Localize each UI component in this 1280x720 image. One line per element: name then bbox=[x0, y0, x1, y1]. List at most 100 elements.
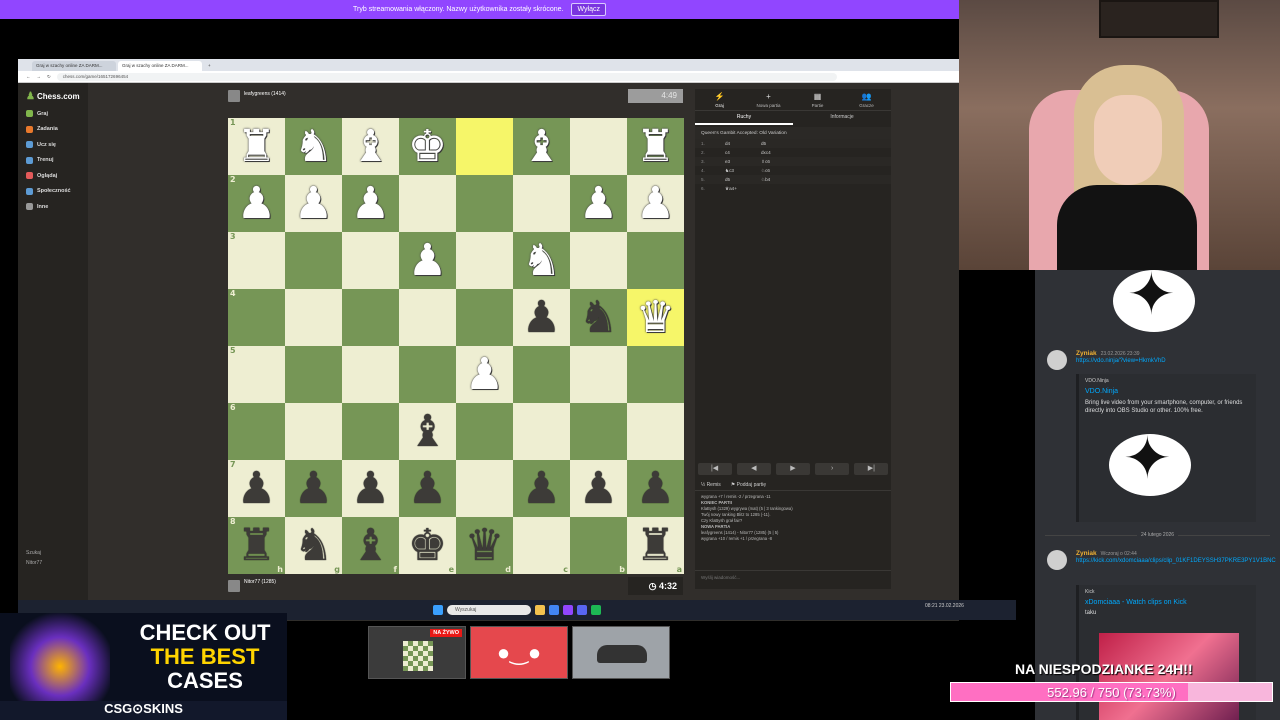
square[interactable]: 1 ♜ bbox=[228, 118, 285, 175]
square[interactable] bbox=[285, 346, 342, 403]
car-thumbnail[interactable] bbox=[572, 626, 670, 679]
bottom-player-name[interactable]: Nitor77 (1285) bbox=[244, 579, 276, 585]
chess-logo[interactable]: ♟ Chess.com bbox=[18, 83, 88, 106]
square[interactable] bbox=[456, 118, 513, 175]
move-san[interactable]: c4 bbox=[725, 150, 761, 155]
white-queen-icon[interactable]: ♛ bbox=[636, 295, 675, 340]
tab-info[interactable]: Informacje bbox=[793, 111, 891, 125]
white-knight-icon[interactable]: ♞ bbox=[522, 238, 561, 283]
chess-scene-thumbnail[interactable]: NA ŻYWO bbox=[368, 626, 466, 679]
sidebar-item-1[interactable]: Zadania bbox=[18, 122, 88, 138]
panel-tab-3[interactable]: 👥 Gracze bbox=[843, 89, 891, 110]
square[interactable] bbox=[456, 232, 513, 289]
sidebar-item-5[interactable]: Społeczność bbox=[18, 184, 88, 200]
square[interactable]: ♟ bbox=[570, 175, 627, 232]
avatar[interactable] bbox=[1047, 350, 1067, 370]
back-icon[interactable]: ← bbox=[26, 74, 31, 79]
message-link[interactable]: https://vdo.ninja/?view=HkmkVhD bbox=[1076, 358, 1166, 364]
white-knight-icon[interactable]: ♞ bbox=[294, 124, 333, 169]
square[interactable]: ♞ bbox=[570, 289, 627, 346]
bottom-player-avatar[interactable] bbox=[228, 580, 240, 592]
chat-input[interactable]: Wyślij wiadomość... bbox=[695, 570, 891, 584]
white-bishop-icon[interactable]: ♝ bbox=[351, 124, 390, 169]
square[interactable] bbox=[456, 289, 513, 346]
square[interactable]: g ♞ bbox=[285, 517, 342, 574]
url-input[interactable]: chess.com/game/165172696454 bbox=[56, 72, 837, 81]
square[interactable] bbox=[570, 346, 627, 403]
square[interactable] bbox=[627, 403, 684, 460]
white-king-icon[interactable]: ♚ bbox=[408, 124, 447, 169]
black-bishop-icon[interactable]: ♝ bbox=[351, 523, 390, 568]
panel-tab-2[interactable]: ▦ Partie bbox=[794, 89, 842, 110]
white-pawn-icon[interactable]: ♟ bbox=[579, 181, 618, 226]
square[interactable]: ♟ bbox=[399, 232, 456, 289]
square[interactable]: 5 bbox=[228, 346, 285, 403]
disable-streaming-button[interactable]: Wyłącz bbox=[571, 3, 606, 16]
move-san[interactable]: ♘b4 bbox=[761, 177, 801, 183]
square[interactable]: 8 h ♜ bbox=[228, 517, 285, 574]
square[interactable]: ♝ bbox=[342, 118, 399, 175]
black-knight-icon[interactable]: ♞ bbox=[579, 295, 618, 340]
square[interactable]: ♟ bbox=[342, 460, 399, 517]
square[interactable]: ♟ bbox=[285, 175, 342, 232]
square[interactable] bbox=[456, 460, 513, 517]
black-pawn-icon[interactable]: ♟ bbox=[522, 295, 561, 340]
black-king-icon[interactable]: ♚ bbox=[408, 523, 447, 568]
white-pawn-icon[interactable]: ♟ bbox=[636, 181, 675, 226]
message-author[interactable]: Zyniak bbox=[1076, 550, 1097, 557]
browser-tab-active[interactable]: Graj w szachy online ZA DARM... bbox=[118, 61, 202, 71]
discord-thumbnail[interactable]: ●‿● bbox=[470, 626, 568, 679]
square[interactable]: ♟ bbox=[513, 460, 570, 517]
black-pawn-icon[interactable]: ♟ bbox=[522, 466, 561, 511]
move-san[interactable]: d4 bbox=[725, 141, 761, 146]
square[interactable]: ♜ bbox=[627, 118, 684, 175]
last-move-button[interactable]: ▶| bbox=[854, 463, 889, 475]
square[interactable] bbox=[456, 403, 513, 460]
sidebar-item-2[interactable]: Ucz się bbox=[18, 137, 88, 153]
resign-button[interactable]: ⚑ Poddaj partię bbox=[731, 482, 766, 488]
black-rook-icon[interactable]: ♜ bbox=[636, 523, 675, 568]
square[interactable] bbox=[570, 118, 627, 175]
square[interactable] bbox=[627, 346, 684, 403]
square[interactable]: ♞ bbox=[513, 232, 570, 289]
square[interactable] bbox=[399, 289, 456, 346]
first-move-button[interactable]: |◀ bbox=[697, 463, 732, 475]
square[interactable] bbox=[399, 175, 456, 232]
square[interactable] bbox=[627, 232, 684, 289]
square[interactable]: ♟ bbox=[513, 289, 570, 346]
forward-icon[interactable]: → bbox=[37, 74, 42, 79]
black-queen-icon[interactable]: ♛ bbox=[465, 523, 504, 568]
square[interactable]: 4 bbox=[228, 289, 285, 346]
square[interactable]: c bbox=[513, 517, 570, 574]
message-author[interactable]: Zyniak bbox=[1076, 350, 1097, 357]
top-player-avatar[interactable] bbox=[228, 90, 240, 102]
square[interactable]: d ♛ bbox=[456, 517, 513, 574]
black-knight-icon[interactable]: ♞ bbox=[294, 523, 333, 568]
white-rook-icon[interactable]: ♜ bbox=[237, 124, 276, 169]
square[interactable] bbox=[342, 232, 399, 289]
taskbar-search[interactable]: Wyszukaj bbox=[447, 605, 531, 615]
square[interactable]: ♟ bbox=[342, 175, 399, 232]
square[interactable]: a ♜ bbox=[627, 517, 684, 574]
sidebar-item-0[interactable]: Graj bbox=[18, 106, 88, 122]
square[interactable]: 6 bbox=[228, 403, 285, 460]
square[interactable] bbox=[342, 346, 399, 403]
white-rook-icon[interactable]: ♜ bbox=[636, 124, 675, 169]
white-pawn-icon[interactable]: ♟ bbox=[408, 238, 447, 283]
square[interactable] bbox=[513, 403, 570, 460]
white-pawn-icon[interactable]: ♟ bbox=[294, 181, 333, 226]
square[interactable] bbox=[342, 403, 399, 460]
square[interactable]: ♛ bbox=[627, 289, 684, 346]
square[interactable]: b bbox=[570, 517, 627, 574]
sidebar-item-6[interactable]: Inne bbox=[18, 199, 88, 215]
square[interactable]: f ♝ bbox=[342, 517, 399, 574]
prev-move-button[interactable]: ◀ bbox=[736, 463, 771, 475]
black-pawn-icon[interactable]: ♟ bbox=[351, 466, 390, 511]
draw-button[interactable]: ½ Remis bbox=[701, 482, 721, 488]
square[interactable] bbox=[570, 403, 627, 460]
square[interactable]: ♟ bbox=[627, 460, 684, 517]
move-san[interactable]: ♘c6 bbox=[761, 168, 801, 174]
new-tab-icon[interactable]: + bbox=[204, 61, 214, 71]
reload-icon[interactable]: ↻ bbox=[47, 74, 51, 80]
square[interactable]: 3 bbox=[228, 232, 285, 289]
